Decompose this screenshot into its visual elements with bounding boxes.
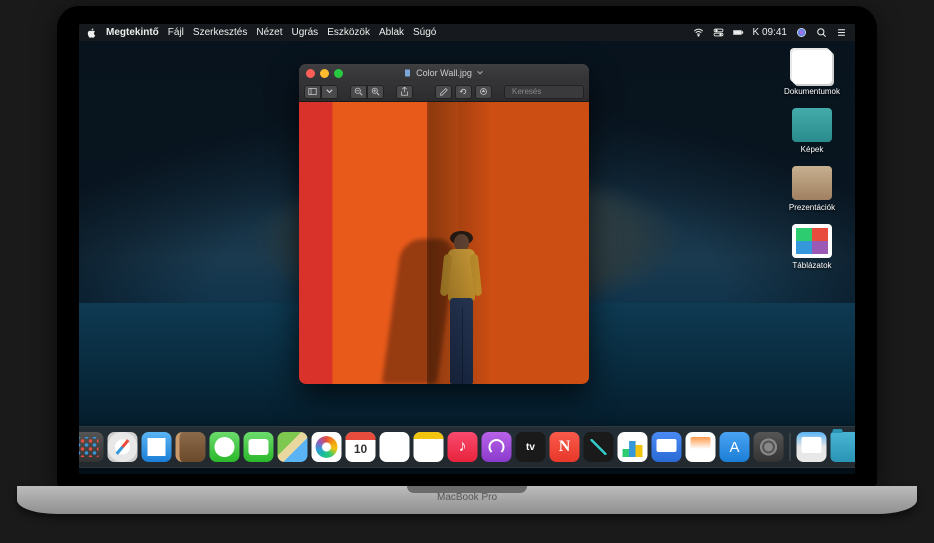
search-input[interactable] <box>512 87 589 96</box>
menu-view[interactable]: Nézet <box>256 27 282 38</box>
spotlight-icon[interactable] <box>816 27 827 38</box>
menubar-clock[interactable]: K 09:41 <box>753 27 787 38</box>
calendar-day: 10 <box>346 442 376 456</box>
dock-reminders[interactable] <box>380 432 410 462</box>
notification-center-icon[interactable] <box>836 27 847 38</box>
dock-keynote[interactable] <box>652 432 682 462</box>
dock-separator <box>790 433 791 461</box>
stack-pictures[interactable]: Képek <box>777 108 847 154</box>
menu-help[interactable]: Súgó <box>413 27 436 38</box>
menubar: Megtekintő Fájl Szerkesztés Nézet Ugrás … <box>79 24 855 41</box>
dock-podcasts[interactable] <box>482 432 512 462</box>
stack-label: Táblázatok <box>792 261 831 270</box>
preview-toolbar <box>299 82 589 102</box>
stack-spreadsheets[interactable]: Táblázatok <box>777 224 847 270</box>
highlight-button[interactable] <box>435 85 452 99</box>
wifi-icon[interactable] <box>693 27 704 38</box>
desktop-stacks: Dokumentumok Képek Prezentációk Táblázat… <box>777 50 847 270</box>
battery-icon[interactable] <box>733 27 744 38</box>
dock-mail[interactable] <box>142 432 172 462</box>
dock-messages[interactable] <box>210 432 240 462</box>
menu-window[interactable]: Ablak <box>379 27 404 38</box>
device-label: MacBook Pro <box>17 492 917 503</box>
menu-file[interactable]: Fájl <box>168 27 184 38</box>
laptop-base: MacBook Pro <box>17 486 917 514</box>
dock-photos[interactable] <box>312 432 342 462</box>
dock-numbers[interactable] <box>618 432 648 462</box>
share-button[interactable] <box>396 85 413 99</box>
dock-launchpad[interactable] <box>79 432 104 462</box>
spreadsheets-stack-icon <box>792 224 832 258</box>
dock-music[interactable] <box>448 432 478 462</box>
dock-appstore[interactable] <box>720 432 750 462</box>
menu-go[interactable]: Ugrás <box>292 27 319 38</box>
window-title: Color Wall.jpg <box>299 68 589 78</box>
search-field[interactable] <box>504 85 584 99</box>
dock: 10 <box>79 426 855 468</box>
dock-pages[interactable] <box>686 432 716 462</box>
presentations-stack-icon <box>792 166 832 200</box>
dock-safari[interactable] <box>108 432 138 462</box>
markup-button[interactable] <box>475 85 492 99</box>
dock-system-preferences[interactable] <box>754 432 784 462</box>
stack-documents[interactable]: Dokumentumok <box>777 50 847 96</box>
person-in-photo <box>432 234 492 384</box>
rotate-button[interactable] <box>455 85 472 99</box>
dock-preview[interactable] <box>797 432 827 462</box>
zoom-out-button[interactable] <box>350 85 367 99</box>
menu-tools[interactable]: Eszközök <box>327 27 370 38</box>
pictures-stack-icon <box>792 108 832 142</box>
view-options-button[interactable] <box>321 85 338 99</box>
dock-notes[interactable] <box>414 432 444 462</box>
apple-menu-icon[interactable] <box>87 28 97 38</box>
sidebar-toggle-button[interactable] <box>304 85 321 99</box>
dock-maps[interactable] <box>278 432 308 462</box>
control-center-icon[interactable] <box>713 27 724 38</box>
jpeg-file-icon <box>404 69 412 77</box>
window-titlebar[interactable]: Color Wall.jpg <box>299 64 589 82</box>
stack-label: Képek <box>801 145 824 154</box>
preview-window[interactable]: Color Wall.jpg <box>299 64 589 384</box>
chevron-down-icon[interactable] <box>476 69 484 77</box>
dock-news[interactable] <box>550 432 580 462</box>
menu-edit[interactable]: Szerkesztés <box>193 27 247 38</box>
dock-stocks[interactable] <box>584 432 614 462</box>
dock-facetime[interactable] <box>244 432 274 462</box>
zoom-in-button[interactable] <box>367 85 384 99</box>
preview-content[interactable] <box>299 102 589 384</box>
menubar-app-name[interactable]: Megtekintő <box>106 27 159 38</box>
dock-tv[interactable] <box>516 432 546 462</box>
stack-label: Dokumentumok <box>784 87 840 96</box>
dock-calendar[interactable]: 10 <box>346 432 376 462</box>
color-wall-photo <box>299 102 589 384</box>
siri-icon[interactable] <box>796 27 807 38</box>
dock-downloads-folder[interactable] <box>831 432 856 462</box>
window-title-text: Color Wall.jpg <box>416 68 472 78</box>
stack-label: Prezentációk <box>789 203 835 212</box>
dock-contacts[interactable] <box>176 432 206 462</box>
documents-stack-icon <box>792 50 832 84</box>
stack-presentations[interactable]: Prezentációk <box>777 166 847 212</box>
